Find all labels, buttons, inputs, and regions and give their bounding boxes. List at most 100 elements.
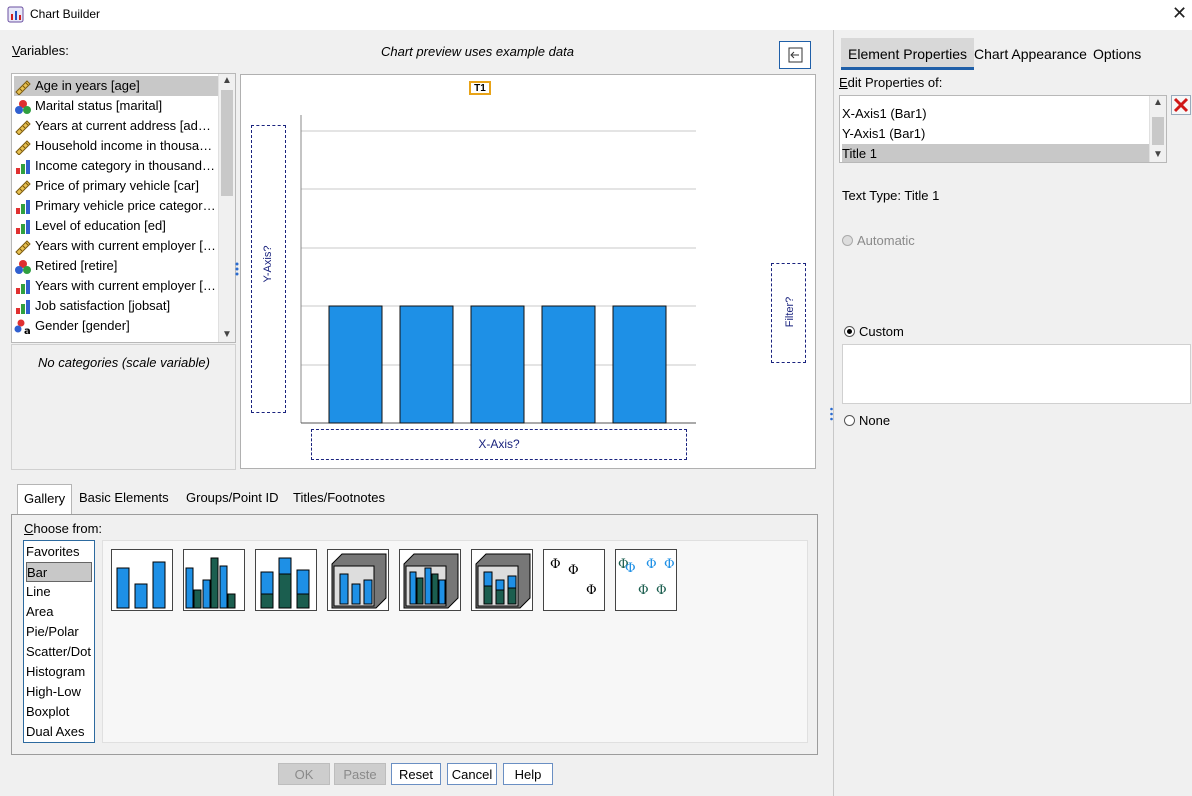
close-window-icon[interactable]: ✕ bbox=[1172, 3, 1187, 24]
edit-item-y-axis[interactable]: Y-Axis1 (Bar1) bbox=[842, 124, 1150, 144]
tab-element-properties[interactable]: Element Properties bbox=[841, 38, 975, 70]
simple-bar-thumbnail[interactable] bbox=[111, 549, 173, 611]
example-bar-chart bbox=[300, 115, 696, 424]
scale-ruler-icon bbox=[14, 79, 32, 96]
automatic-radio[interactable] bbox=[842, 235, 853, 246]
example-bar[interactable] bbox=[470, 305, 525, 424]
chart-type-boxplot[interactable]: Boxplot bbox=[26, 702, 92, 722]
svg-text:Φ: Φ bbox=[664, 557, 675, 572]
chart-type-high-low[interactable]: High-Low bbox=[26, 682, 92, 702]
example-bar[interactable] bbox=[399, 305, 454, 424]
right-splitter-handle[interactable] bbox=[830, 407, 833, 421]
chart-preview-canvas[interactable]: T1 Y-Axis? Filter? X-Axis? bbox=[240, 74, 816, 469]
scroll-up-icon[interactable]: ▲ bbox=[219, 74, 235, 88]
variable-item[interactable]: Age in years [age] bbox=[14, 76, 218, 96]
variables-list[interactable]: a Gender [gender] Job satisfaction [jobsat… bbox=[11, 73, 236, 343]
scale-ruler-icon bbox=[14, 179, 32, 196]
variable-item[interactable]: Years with current employer [empcat] bbox=[14, 276, 218, 296]
dock-panel-button[interactable] bbox=[779, 41, 811, 69]
automatic-label: Automatic bbox=[857, 233, 915, 248]
custom-radio[interactable] bbox=[844, 326, 855, 337]
example-bar[interactable] bbox=[328, 305, 383, 424]
3d-simple-bar-thumbnail[interactable] bbox=[327, 549, 389, 611]
chart-type-histogram[interactable]: Histogram bbox=[26, 662, 92, 682]
tab-groups-point-id[interactable]: Groups/Point ID bbox=[180, 484, 285, 517]
scale-ruler-icon bbox=[14, 119, 32, 136]
variable-item[interactable]: Job satisfaction [jobsat] bbox=[14, 296, 218, 316]
preview-note: Chart preview uses example data bbox=[381, 44, 574, 59]
example-bar[interactable] bbox=[612, 305, 667, 424]
title-bar bbox=[0, 0, 1192, 30]
variables-label: Variables: bbox=[12, 43, 69, 58]
nominal-string-icon: a bbox=[14, 319, 32, 336]
variable-item[interactable]: a Gender [gender] bbox=[14, 316, 218, 336]
choose-from-label: Choose from: bbox=[24, 521, 103, 536]
variables-scrollbar[interactable]: ▲ ▼ bbox=[218, 74, 235, 342]
edit-properties-list[interactable]: X-Axis1 (Bar1) Y-Axis1 (Bar1) Title 1 ▲ … bbox=[839, 95, 1167, 163]
variable-item[interactable]: Household income in thousands [income] bbox=[14, 136, 218, 156]
x-axis-drop-zone[interactable]: X-Axis? bbox=[311, 429, 687, 460]
scale-ruler-icon bbox=[14, 239, 32, 256]
example-bar[interactable] bbox=[541, 305, 596, 424]
scroll-up-icon[interactable]: ▲ bbox=[1150, 96, 1166, 110]
chart-type-area[interactable]: Area bbox=[26, 602, 92, 622]
tab-basic-elements[interactable]: Basic Elements bbox=[73, 484, 175, 517]
variable-item[interactable]: Primary vehicle price category [carcat] bbox=[14, 196, 218, 216]
clustered-error-bar-thumbnail[interactable]: ΦΦΦΦΦΦ bbox=[615, 549, 677, 611]
chart-type-scatter-dot[interactable]: Scatter/Dot bbox=[26, 642, 92, 662]
variable-item[interactable]: Years at current address [address] bbox=[14, 116, 218, 136]
variable-item[interactable]: Level of education [ed] bbox=[14, 216, 218, 236]
chart-type-bar[interactable]: Bar bbox=[26, 562, 92, 582]
none-radio[interactable] bbox=[844, 415, 855, 426]
variable-label: Marital status [marital] bbox=[35, 98, 163, 113]
tab-chart-appearance[interactable]: Chart Appearance bbox=[967, 38, 1094, 70]
variable-label: Household income in thousands [income] bbox=[35, 138, 218, 153]
delete-element-button[interactable] bbox=[1171, 95, 1191, 115]
scroll-down-icon[interactable]: ▼ bbox=[1150, 148, 1166, 162]
variable-item[interactable]: Years with current employer [employ] bbox=[14, 236, 218, 256]
simple-error-bar-thumbnail[interactable]: ΦΦΦ bbox=[543, 549, 605, 611]
filter-drop-label: Filter? bbox=[784, 296, 796, 328]
variable-item[interactable]: Marital status [marital] bbox=[14, 96, 218, 116]
splitter-handle-vertical[interactable] bbox=[235, 262, 239, 278]
tab-options[interactable]: Options bbox=[1086, 38, 1148, 70]
chart-type-dual-axes[interactable]: Dual Axes bbox=[26, 722, 92, 742]
stacked-bar-thumbnail[interactable] bbox=[255, 549, 317, 611]
variable-item[interactable]: Price of primary vehicle [car] bbox=[14, 176, 218, 196]
3d-clustered-bar-thumbnail[interactable] bbox=[399, 549, 461, 611]
text-type-label: Text Type: Title 1 bbox=[842, 188, 940, 203]
chart-type-favorites[interactable]: Favorites bbox=[26, 542, 92, 562]
chart-type-pie-polar[interactable]: Pie/Polar bbox=[26, 622, 92, 642]
ok-button[interactable]: OK bbox=[278, 763, 330, 785]
svg-text:Φ: Φ bbox=[586, 583, 597, 598]
variable-label: Years at current address [address] bbox=[35, 118, 218, 133]
scroll-thumb[interactable] bbox=[221, 90, 233, 196]
chart-type-line[interactable]: Line bbox=[26, 582, 92, 602]
edit-item-x-axis[interactable]: X-Axis1 (Bar1) bbox=[842, 104, 1150, 124]
edit-list-scrollbar[interactable]: ▲ ▼ bbox=[1149, 96, 1166, 162]
ordinal-bars-icon bbox=[14, 219, 32, 235]
clustered-bar-thumbnail[interactable] bbox=[183, 549, 245, 611]
scroll-down-icon[interactable]: ▼ bbox=[219, 328, 235, 342]
filter-drop-zone[interactable]: Filter? bbox=[771, 263, 806, 363]
tab-titles-footnotes[interactable]: Titles/Footnotes bbox=[287, 484, 392, 517]
variable-label: Primary vehicle price category [carcat] bbox=[35, 198, 218, 213]
help-button[interactable]: Help bbox=[503, 763, 553, 785]
cancel-button[interactable]: Cancel bbox=[447, 763, 497, 785]
ordinal-bars-icon bbox=[14, 159, 32, 175]
variable-item[interactable]: Retired [retire] bbox=[14, 256, 218, 276]
reset-button[interactable]: Reset bbox=[391, 763, 441, 785]
variable-label: Gender [gender] bbox=[35, 318, 130, 333]
variable-label: Age in years [age] bbox=[35, 78, 140, 93]
tab-gallery[interactable]: Gallery bbox=[17, 484, 73, 515]
paste-button[interactable]: Paste bbox=[334, 763, 386, 785]
variable-item[interactable]: Income category in thousands [inccat] bbox=[14, 156, 218, 176]
chart-type-list[interactable]: Favorites Bar Line Area Pie/Polar Scatter/Dot… bbox=[23, 540, 95, 743]
scroll-thumb[interactable] bbox=[1152, 117, 1164, 145]
edit-item-title[interactable]: Title 1 bbox=[842, 144, 1150, 162]
variable-label: Retired [retire] bbox=[35, 258, 118, 273]
svg-text:Φ: Φ bbox=[646, 557, 657, 572]
custom-title-input[interactable] bbox=[842, 344, 1191, 404]
3d-stacked-bar-thumbnail[interactable] bbox=[471, 549, 533, 611]
svg-text:Φ: Φ bbox=[638, 583, 649, 598]
